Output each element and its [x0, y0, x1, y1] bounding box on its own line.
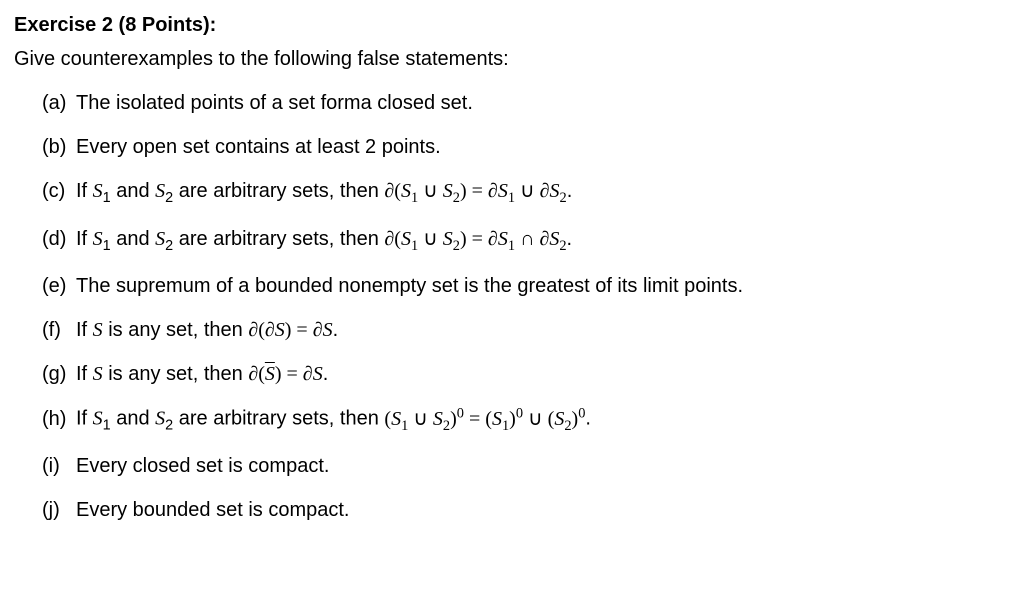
item-label: (i) — [42, 451, 76, 481]
list-item: (f) If S is any set, then ∂(∂S) = ∂S. — [42, 315, 1010, 345]
item-text: If S is any set, then ∂(∂S) = ∂S. — [76, 315, 1010, 345]
item-label: (d) — [42, 224, 76, 254]
list-item: (h) If S1 and S2 are arbitrary sets, the… — [42, 403, 1010, 437]
item-label: (c) — [42, 176, 76, 206]
item-label: (g) — [42, 359, 76, 389]
item-label: (h) — [42, 404, 76, 434]
item-text: The isolated points of a set forma close… — [76, 88, 1010, 118]
item-text: If S1 and S2 are arbitrary sets, then ∂(… — [76, 176, 1010, 210]
list-item: (a) The isolated points of a set forma c… — [42, 88, 1010, 118]
item-label: (a) — [42, 88, 76, 118]
list-item: (b) Every open set contains at least 2 p… — [42, 132, 1010, 162]
item-text: Every bounded set is compact. — [76, 495, 1010, 525]
list-item: (i) Every closed set is compact. — [42, 451, 1010, 481]
list-item: (d) If S1 and S2 are arbitrary sets, the… — [42, 224, 1010, 258]
items-container: (a) The isolated points of a set forma c… — [14, 88, 1010, 525]
exercise-heading: Exercise 2 (8 Points): — [14, 10, 1010, 40]
list-item: (g) If S is any set, then ∂(S) = ∂S. — [42, 359, 1010, 389]
item-text: If S1 and S2 are arbitrary sets, then ∂(… — [76, 224, 1010, 258]
item-text: Every open set contains at least 2 point… — [76, 132, 1010, 162]
item-label: (j) — [42, 495, 76, 525]
item-text: If S1 and S2 are arbitrary sets, then (S… — [76, 403, 1010, 437]
item-text: The supremum of a bounded nonempty set i… — [76, 271, 1010, 301]
exercise-instruction: Give counterexamples to the following fa… — [14, 44, 1010, 74]
list-item: (j) Every bounded set is compact. — [42, 495, 1010, 525]
item-text: If S is any set, then ∂(S) = ∂S. — [76, 359, 1010, 389]
item-text: Every closed set is compact. — [76, 451, 1010, 481]
item-label: (b) — [42, 132, 76, 162]
item-label: (e) — [42, 271, 76, 301]
list-item: (e) The supremum of a bounded nonempty s… — [42, 271, 1010, 301]
item-label: (f) — [42, 315, 76, 345]
list-item: (c) If S1 and S2 are arbitrary sets, the… — [42, 176, 1010, 210]
